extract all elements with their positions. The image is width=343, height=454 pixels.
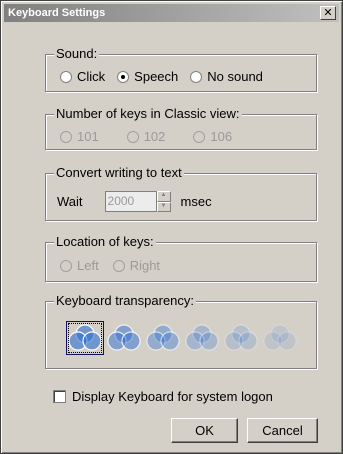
close-icon: ✕ (323, 6, 333, 19)
overlapping-circles-icon (107, 324, 141, 351)
wait-label: Wait (57, 194, 83, 209)
sound-group: Sound: Click Speech No sound (45, 46, 317, 92)
ok-button[interactable]: OK (171, 418, 238, 443)
keyboard-transparency-icon[interactable] (66, 321, 104, 355)
keys-legend: Number of keys in Classic view: (54, 106, 242, 121)
sound-speech-radio[interactable]: Speech (117, 69, 178, 84)
radio-icon (60, 130, 72, 143)
radio-label: Left (77, 258, 99, 273)
sound-click-radio[interactable]: Click (60, 69, 105, 84)
overlapping-circles-icon (224, 324, 258, 351)
radio-icon (60, 259, 72, 272)
wait-spinner[interactable]: ▲ ▼ (156, 191, 171, 212)
radio-icon (126, 130, 139, 143)
keyboard-settings-dialog: Keyboard Settings ✕ Sound: Click Speech … (0, 0, 343, 454)
radio-icon (60, 70, 72, 83)
location-left-radio[interactable]: Left (60, 258, 99, 273)
radio-label: 106 (210, 129, 233, 144)
overlapping-circles-icon (146, 324, 180, 351)
keys-101-radio[interactable]: 101 (60, 129, 99, 144)
window-title: Keyboard Settings (8, 7, 106, 19)
radio-icon (193, 130, 206, 143)
radio-label: Click (77, 69, 106, 84)
sound-legend: Sound: (54, 46, 100, 61)
unit-label: msec (180, 194, 212, 209)
transparency-options (66, 321, 300, 355)
logon-checkbox-label: Display Keyboard for system logon (72, 389, 273, 404)
title-bar[interactable]: Keyboard Settings ✕ (4, 4, 339, 22)
keys-group: Number of keys in Classic view: 101 102 … (45, 106, 317, 150)
keyboard-transparency-icon[interactable] (261, 321, 299, 355)
cancel-button[interactable]: Cancel (247, 418, 318, 443)
overlapping-circles-icon (185, 324, 219, 351)
radio-icon (112, 259, 125, 272)
keyboard-transparency-icon[interactable] (222, 321, 260, 355)
keyboard-transparency-icon[interactable] (144, 321, 182, 355)
sound-nosound-radio[interactable]: No sound (190, 69, 263, 84)
transparency-group: Keyboard transparency: (45, 293, 317, 369)
wait-input[interactable]: 2000 (104, 191, 157, 212)
location-legend: Location of keys: (54, 234, 156, 249)
location-right-radio[interactable]: Right (112, 258, 161, 273)
keys-102-radio[interactable]: 102 (126, 129, 166, 144)
radio-icon (190, 70, 203, 83)
convert-legend: Convert writing to text (54, 165, 184, 180)
radio-label: Speech (134, 69, 179, 84)
spin-down-icon[interactable]: ▼ (156, 201, 171, 212)
keyboard-transparency-icon[interactable] (105, 321, 143, 355)
spin-up-icon[interactable]: ▲ (156, 191, 171, 202)
radio-label: 102 (143, 129, 166, 144)
keys-106-radio[interactable]: 106 (193, 129, 232, 144)
close-button[interactable]: ✕ (320, 6, 336, 20)
radio-checked-icon (117, 70, 130, 83)
convert-group: Convert writing to text Wait 2000 ▲ ▼ ms… (45, 165, 317, 221)
keyboard-transparency-icon[interactable] (183, 321, 221, 355)
overlapping-circles-icon (263, 324, 297, 351)
overlapping-circles-icon (68, 324, 102, 351)
radio-label: 101 (77, 129, 99, 144)
logon-checkbox-row[interactable]: Display Keyboard for system logon (53, 389, 273, 404)
radio-label: No sound (207, 69, 263, 84)
logon-checkbox[interactable] (53, 390, 66, 403)
location-group: Location of keys: Left Right (45, 234, 317, 282)
radio-label: Right (129, 258, 161, 273)
transparency-legend: Keyboard transparency: (54, 293, 197, 308)
